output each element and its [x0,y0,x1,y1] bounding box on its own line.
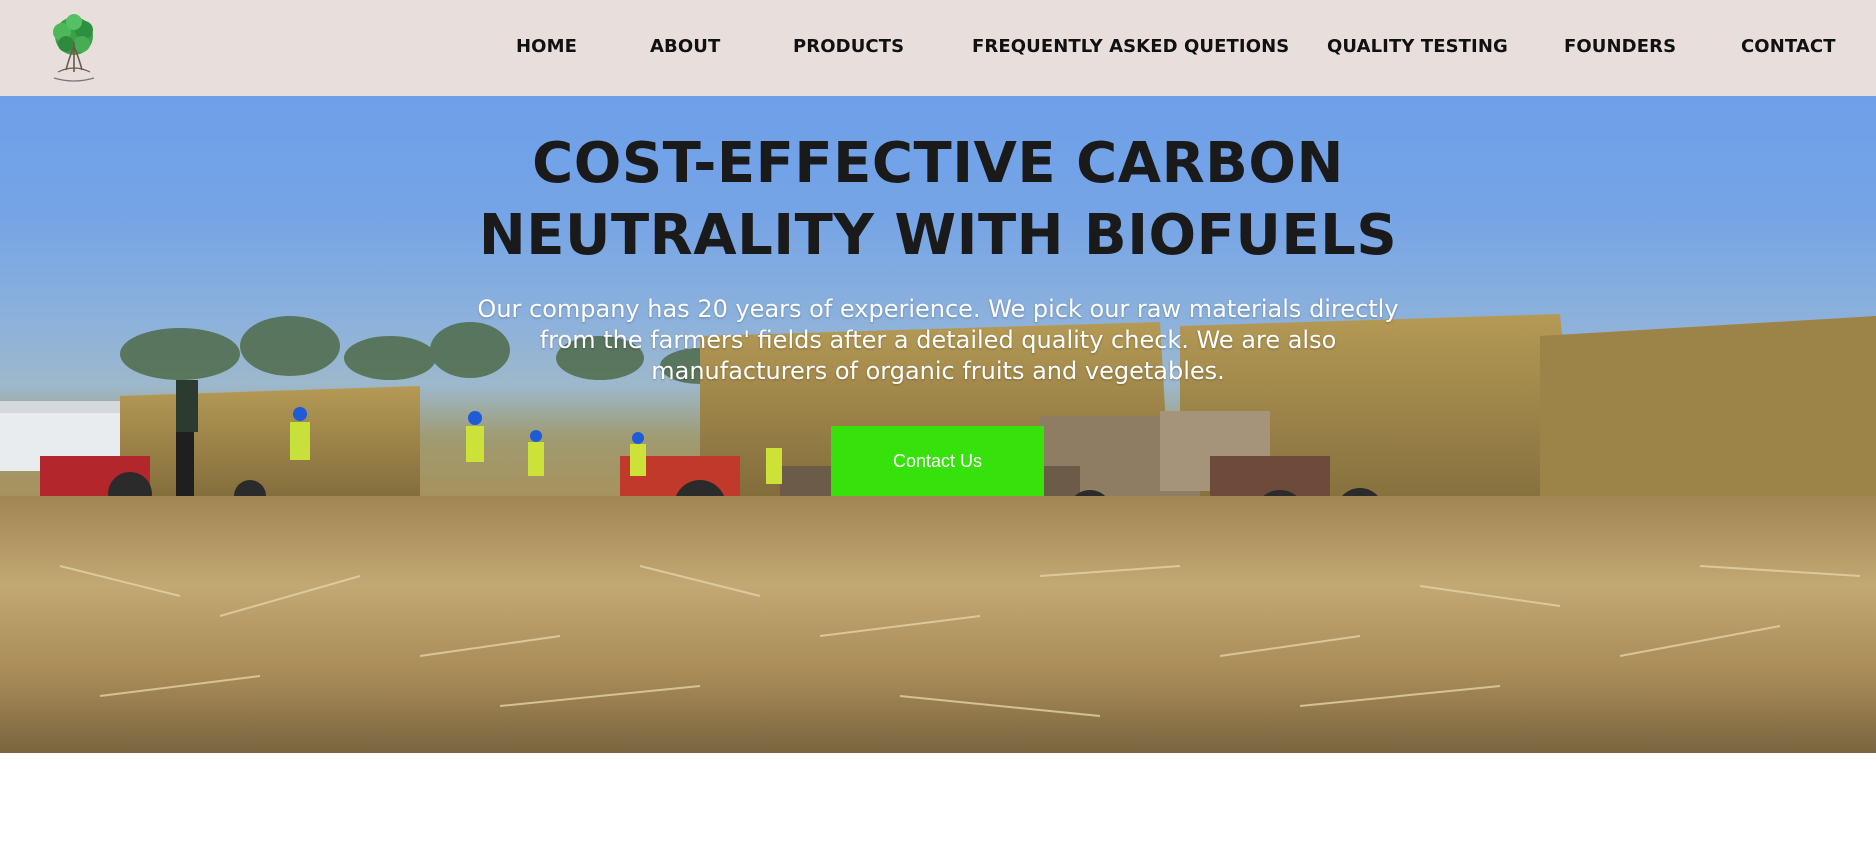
hero-title-line1: COST-EFFECTIVE CARBON [532,131,1344,196]
contact-us-button[interactable]: Contact Us [831,426,1044,496]
nav-quality-testing[interactable]: QUALITY TESTING [1327,36,1508,57]
site-header: HOME ABOUT PRODUCTS FREQUENTLY ASKED QUE… [0,0,1876,96]
nav-faq[interactable]: FREQUENTLY ASKED QUETIONS [972,36,1289,57]
hero-title: COST-EFFECTIVE CARBON NEUTRALITY WITH BI… [430,128,1446,272]
main-nav: HOME ABOUT PRODUCTS FREQUENTLY ASKED QUE… [0,0,1876,96]
nav-about[interactable]: ABOUT [650,36,720,57]
nav-contact[interactable]: CONTACT [1741,36,1836,57]
hero-description: Our company has 20 years of experience. … [477,295,1399,385]
nav-founders[interactable]: FOUNDERS [1564,36,1676,57]
hero-title-line2: NEUTRALITY WITH BIOFUELS [478,203,1398,268]
nav-home[interactable]: HOME [516,36,577,57]
nav-products[interactable]: PRODUCTS [793,36,904,57]
hero-section: COST-EFFECTIVE CARBON NEUTRALITY WITH BI… [0,96,1876,753]
